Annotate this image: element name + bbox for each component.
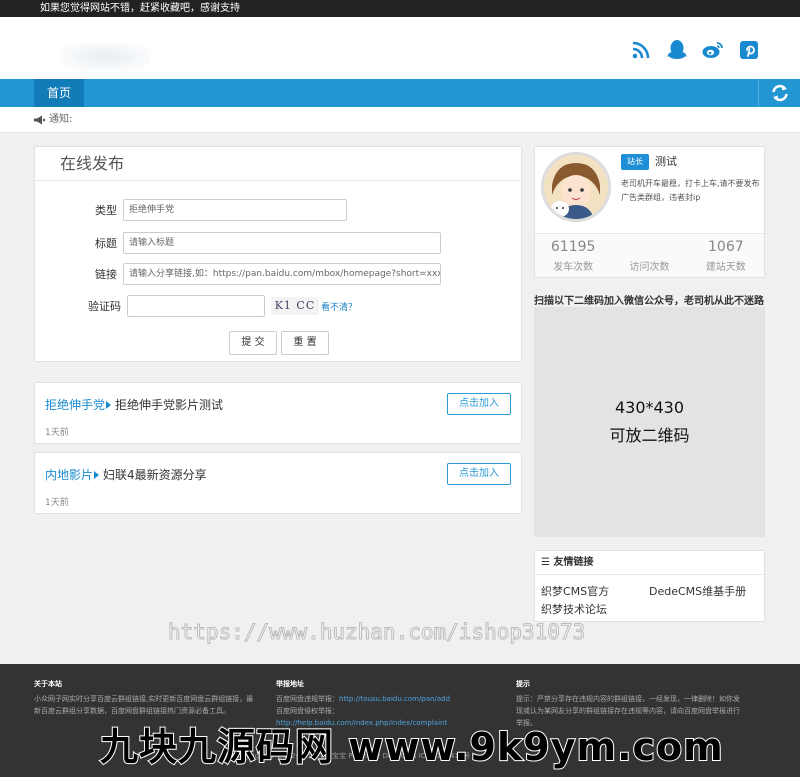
list-item: 拒绝伸手党 拒绝伸手党影片测试 1天前 点击加入 [34, 382, 522, 444]
top-announcement-text: 如果您觉得网站不错，赶紧收藏吧，感谢支持 [40, 3, 240, 14]
report-line1-link[interactable]: http://tousu.baidu.com/pan/add [339, 695, 450, 703]
site-logo[interactable] [60, 43, 150, 71]
friend-link[interactable]: DedeCMS维基手册 [649, 583, 746, 599]
captcha-label: 验证码 [88, 300, 121, 313]
pinterest-icon[interactable] [738, 39, 760, 61]
link-row: 链接 请输入分享链接,如：https://pan.baidu.com/mbox/… [35, 263, 441, 285]
triangle-right-icon [94, 470, 100, 479]
qr-placeholder: 430*430 可放二维码 [534, 307, 765, 537]
profile-bio: 老司机开车最稳，打卡上车,请不要发布广告类群组，违者封ip [621, 179, 760, 202]
refresh-button[interactable] [758, 79, 800, 107]
item-title[interactable]: 拒绝伸手党影片测试 [115, 396, 223, 413]
footer-tips-title: 提示 [516, 680, 530, 688]
profile-card: 站长 测试 老司机开车最稳，打卡上车,请不要发布广告类群组，违者封ip 6119… [534, 146, 765, 278]
submit-button[interactable]: 提 交 [229, 331, 277, 355]
type-select[interactable]: 拒绝伸手党 [123, 199, 347, 221]
type-label: 类型 [95, 204, 117, 217]
watermark-big: 九块九源码网 www.9k9ym.com [99, 724, 724, 770]
friend-link[interactable]: 织梦CMS官方 [541, 583, 609, 599]
title-row: 标题 请输入标题 [35, 232, 441, 254]
report-line2-label: 百度网盘侵权举报： [276, 707, 339, 715]
qr-size-text: 430*430 [614, 398, 685, 417]
item-title[interactable]: 妇联4最新资源分享 [103, 466, 207, 483]
stat-value: 61195 [550, 239, 596, 255]
notice-label: 通知: [49, 113, 73, 125]
avatar[interactable] [541, 152, 611, 222]
item-category-link[interactable]: 内地影片 [45, 466, 93, 483]
captcha-row: 验证码 K1 CC 看不清？ [35, 295, 357, 317]
megaphone-icon [34, 115, 45, 124]
stat-visit-count: 访问次数 [611, 234, 687, 277]
publish-form-panel: 在线发布 类型 拒绝伸手党 标题 请输入标题 链接 请输入分享链接,如：http… [34, 146, 522, 362]
nav-home[interactable]: 首页 [34, 79, 84, 107]
rss-icon[interactable] [630, 39, 652, 61]
stat-publish-count: 61195 发车次数 [535, 234, 611, 277]
list-item: 内地影片 妇联4最新资源分享 1天前 点击加入 [34, 452, 522, 514]
list-icon: ☰ [541, 557, 554, 568]
site-header [0, 17, 800, 79]
title-label: 标题 [95, 237, 117, 250]
qq-icon[interactable] [666, 39, 688, 61]
triangle-right-icon [106, 400, 112, 409]
publish-form-title: 在线发布 [35, 147, 521, 181]
join-button[interactable]: 点击加入 [447, 393, 511, 415]
watermark-url: https://www.huzhan.com/ishop31073 [167, 620, 586, 645]
captcha-refresh-link[interactable]: 看不清？ [321, 300, 357, 313]
profile-stats: 61195 发车次数 访问次数 1067 建站天数 [535, 233, 764, 277]
reset-button[interactable]: 重 置 [281, 331, 329, 355]
join-button[interactable]: 点击加入 [447, 463, 511, 485]
social-links [630, 39, 760, 61]
stat-label: 发车次数 [553, 262, 594, 273]
item-category-link[interactable]: 拒绝伸手党 [45, 396, 105, 413]
footer-report-title: 举报地址 [276, 680, 304, 688]
notice-bar: 通知: [0, 107, 800, 133]
profile-name[interactable]: 测试 [655, 154, 677, 170]
title-input[interactable]: 请输入标题 [123, 232, 441, 254]
friend-links-title: 友情链接 [553, 557, 594, 568]
qr-desc: 可放二维码 [609, 426, 690, 445]
stat-label: 建站天数 [705, 262, 746, 273]
stat-value [611, 239, 687, 257]
qr-caption: 扫描以下二维码加入微信公众号，老司机从此不迷路 [534, 296, 764, 307]
captcha-image[interactable]: K1 CC [271, 297, 319, 315]
footer-about-title: 关于本站 [34, 680, 62, 688]
top-announcement-bar: 如果您觉得网站不错，赶紧收藏吧，感谢支持 [0, 0, 800, 17]
refresh-icon [771, 84, 788, 102]
main-nav: 首页 [0, 79, 800, 107]
friend-link[interactable]: 织梦技术论坛 [541, 601, 607, 617]
stat-site-days: 1067 建站天数 [688, 234, 764, 277]
item-time: 1天前 [45, 498, 69, 508]
footer-about-text: 小众网子网实时分享百度云群组链接,实时更新百度网盘云群组链接，最新百度云群组分享… [34, 695, 254, 715]
link-input[interactable]: 请输入分享链接,如：https://pan.baidu.com/mbox/hom… [123, 263, 441, 285]
type-row: 类型 拒绝伸手党 [35, 199, 347, 221]
footer-about: 关于本站 小众网子网实时分享百度云群组链接,实时更新百度网盘云群组链接，最新百度… [34, 678, 254, 717]
stat-value: 1067 [708, 239, 744, 255]
stat-label: 访问次数 [629, 262, 670, 273]
link-label: 链接 [95, 268, 117, 281]
report-line1-label: 百度网盘违规举报： [276, 695, 339, 703]
captcha-input[interactable] [127, 295, 265, 317]
item-time: 1天前 [45, 428, 69, 438]
friend-links-panel: ☰ 友情链接 织梦CMS官方 DedeCMS维基手册 织梦技术论坛 [534, 550, 765, 622]
role-badge: 站长 [621, 154, 649, 170]
weibo-icon[interactable] [702, 39, 724, 61]
